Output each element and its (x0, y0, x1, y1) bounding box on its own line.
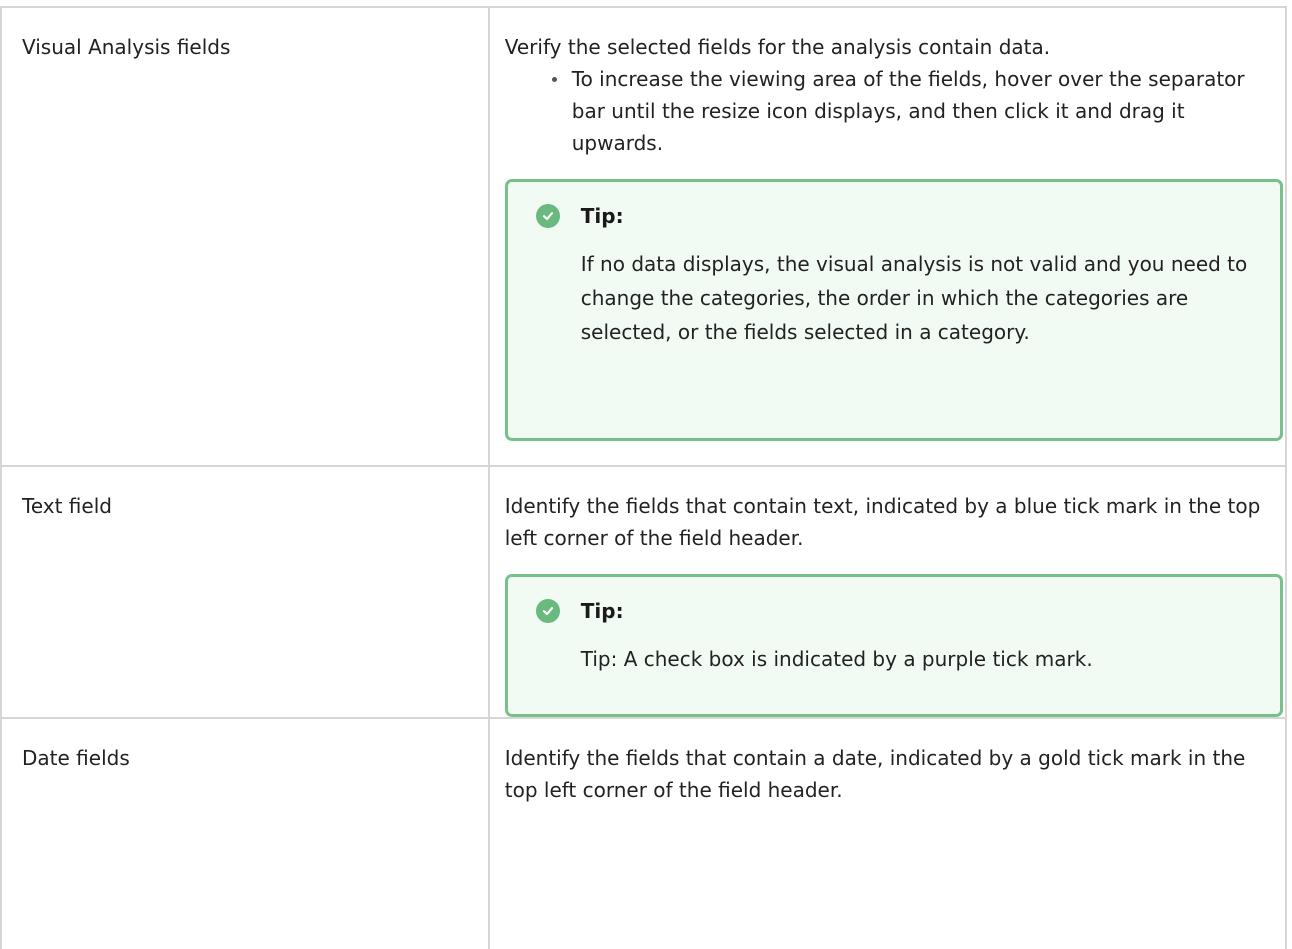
tip-label: Tip: (580, 204, 624, 228)
tip-label: Tip: (580, 599, 624, 623)
field-description: Identify the fields that contain a date,… (504, 746, 1246, 802)
field-name-cell: Visual Analysis fields (0, 6, 490, 467)
field-name-cell: Date fields (0, 717, 490, 949)
bullet-icon (551, 77, 557, 82)
field-description: Verify the selected fields for the analy… (504, 35, 1051, 59)
description-cell: Identify the fields that contain a date,… (487, 717, 1288, 949)
tip-text: If no data displays, the visual analysis… (580, 252, 1248, 344)
fields-table: Visual Analysis fields Verify the select… (0, 6, 1288, 949)
description-cell: Verify the selected fields for the analy… (487, 6, 1288, 467)
field-name: Text field (22, 494, 112, 518)
check-circle-icon (535, 204, 560, 228)
field-name-cell: Text field (0, 465, 490, 719)
list-item-text: To increase the viewing area of the fiel… (571, 67, 1245, 155)
bullet-list: To increase the viewing area of the fiel… (505, 63, 1271, 159)
field-name: Date fields (22, 746, 130, 770)
field-name: Visual Analysis fields (22, 35, 231, 59)
tip-text: Tip: A check box is indicated by a purpl… (580, 647, 1093, 671)
tip-callout: Tip: If no data displays, the visual ana… (504, 179, 1283, 441)
table-row: Date fields Identify the fields that con… (0, 717, 1288, 949)
description-cell: Identify the fields that contain text, i… (487, 465, 1288, 719)
tip-callout: Tip: Tip: A check box is indicated by a … (504, 574, 1283, 717)
tip-header: Tip: (508, 577, 1280, 627)
table-row: Text field Identify the fields that cont… (0, 465, 1288, 719)
tip-header: Tip: (508, 182, 1280, 232)
table-row: Visual Analysis fields Verify the select… (0, 6, 1288, 467)
list-item: To increase the viewing area of the fiel… (551, 63, 1271, 159)
field-description: Identify the fields that contain text, i… (504, 494, 1261, 550)
check-circle-icon (535, 599, 560, 623)
